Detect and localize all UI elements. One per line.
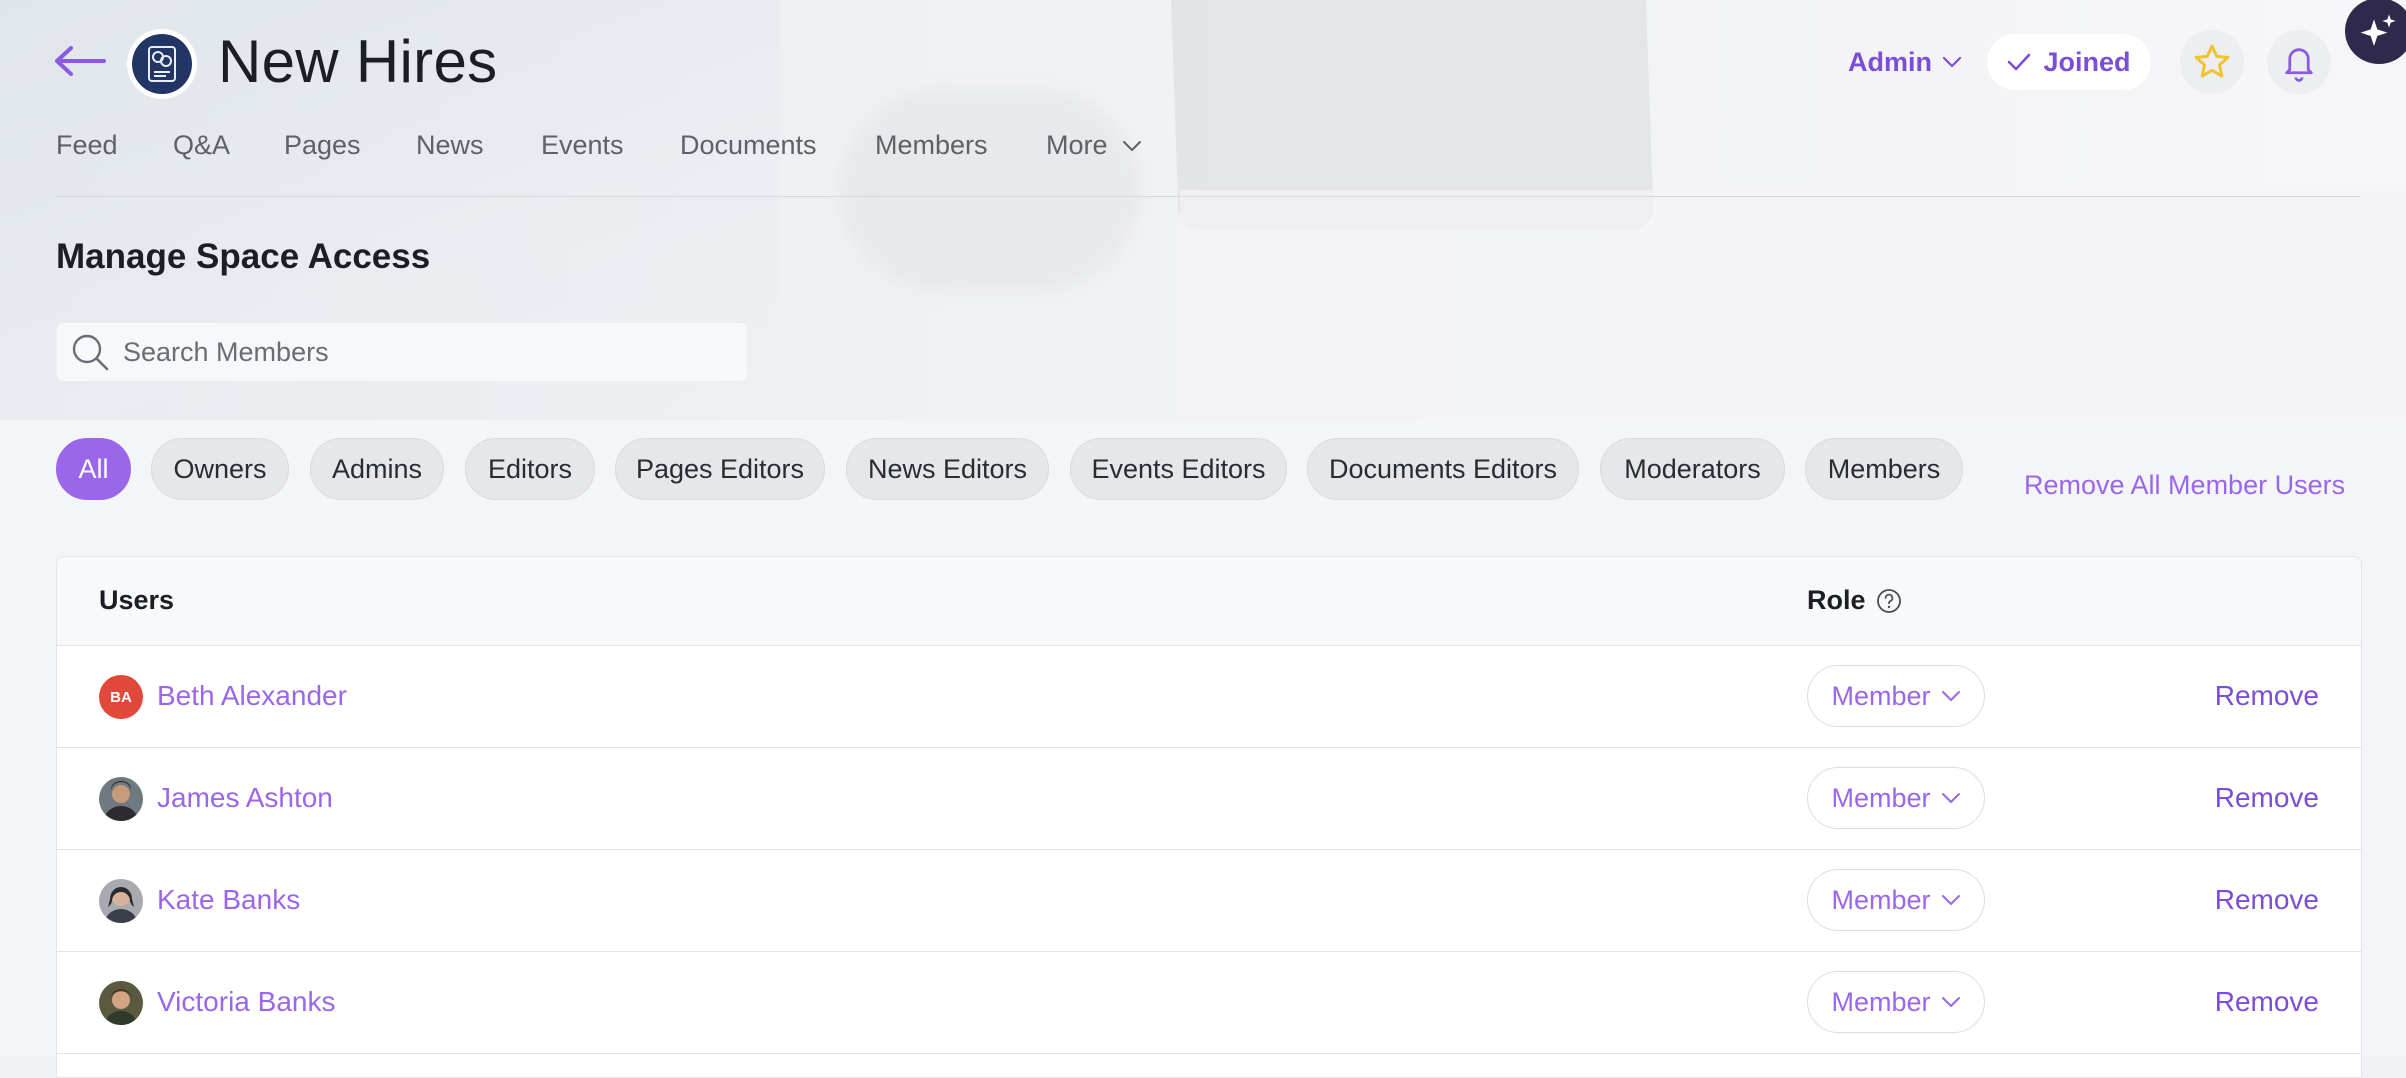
tab-news[interactable]: News (416, 130, 484, 161)
joined-button[interactable]: Joined (1987, 34, 2151, 90)
chevron-down-icon (1122, 140, 1141, 151)
filter-chip-events-editors[interactable]: Events Editors (1070, 438, 1287, 500)
table-row: BA Beth Alexander Member Remove (57, 646, 2361, 748)
admin-label: Admin (1848, 46, 1932, 77)
table-header: Users Role (57, 557, 2361, 646)
remove-user-button[interactable]: Remove (2215, 986, 2319, 1018)
space-logo-icon (148, 46, 176, 82)
role-dropdown[interactable]: Member (1807, 869, 1985, 931)
chevron-down-icon (1941, 997, 1960, 1007)
back-button[interactable] (54, 38, 108, 84)
notifications-button[interactable] (2267, 30, 2331, 94)
tab-feed[interactable]: Feed (56, 130, 118, 161)
remove-all-member-users-button[interactable]: Remove All Member Users (2024, 470, 2345, 501)
filter-chip-pages-editors[interactable]: Pages Editors (615, 438, 825, 500)
filter-chip-all[interactable]: All (56, 438, 131, 500)
space-title: New Hires (218, 28, 498, 95)
filter-chip-editors[interactable]: Editors (465, 438, 595, 500)
table-row: Victoria Banks Member Remove (57, 952, 2361, 1054)
page-title: Manage Space Access (56, 237, 431, 276)
column-header-role-label: Role (1807, 585, 1866, 615)
column-header-role: Role (1807, 585, 1902, 616)
tab-documents[interactable]: Documents (680, 130, 817, 161)
tab-qa[interactable]: Q&A (173, 130, 230, 161)
check-icon (2008, 53, 2031, 71)
search-members-field[interactable] (56, 322, 748, 382)
role-dropdown[interactable]: Member (1807, 665, 1985, 727)
filter-chip-news-editors[interactable]: News Editors (846, 438, 1049, 500)
role-label: Member (1831, 884, 1931, 915)
chevron-down-icon (1942, 56, 1962, 68)
sparkle-icon (2360, 14, 2396, 46)
joined-label: Joined (2043, 46, 2131, 77)
role-label: Member (1831, 680, 1931, 711)
remove-user-button[interactable]: Remove (2215, 884, 2319, 916)
tab-members[interactable]: Members (875, 130, 988, 161)
table-row: Kate Banks Member Remove (57, 850, 2361, 952)
filter-chip-documents-editors[interactable]: Documents Editors (1307, 438, 1579, 500)
tabs-divider (56, 196, 2360, 197)
members-table: Users Role BA Beth Alexander Member Remo… (56, 556, 2362, 1078)
role-dropdown[interactable]: Member (1807, 971, 1985, 1033)
search-icon (65, 332, 115, 372)
avatar: BA (99, 675, 143, 719)
filter-chip-members[interactable]: Members (1805, 438, 1963, 500)
user-name-link[interactable]: James Ashton (157, 782, 333, 814)
tab-pages[interactable]: Pages (284, 130, 361, 161)
filter-chip-owners[interactable]: Owners (151, 438, 289, 500)
help-circle-icon[interactable] (1876, 588, 1902, 614)
role-dropdown[interactable]: Member (1807, 767, 1985, 829)
avatar (99, 981, 143, 1025)
avatar (99, 777, 143, 821)
chevron-down-icon (1941, 793, 1960, 803)
filter-chip-admins[interactable]: Admins (310, 438, 444, 500)
back-arrow-icon (55, 46, 106, 76)
ai-assistant-button[interactable] (2345, 0, 2406, 64)
column-header-users: Users (99, 585, 175, 615)
bell-icon (2285, 48, 2313, 82)
search-input[interactable] (121, 335, 725, 369)
chevron-down-icon (1941, 895, 1960, 905)
chevron-down-icon (1941, 691, 1960, 701)
user-name-link[interactable]: Victoria Banks (157, 986, 335, 1018)
tab-events[interactable]: Events (541, 130, 624, 161)
tab-more-label: More (1046, 130, 1108, 160)
user-name-link[interactable]: Beth Alexander (157, 680, 347, 712)
role-label: Member (1831, 986, 1931, 1017)
role-label: Member (1831, 782, 1931, 813)
space-logo (127, 29, 197, 99)
favorite-button[interactable] (2180, 30, 2244, 94)
table-row: James Ashton Member Remove (57, 748, 2361, 850)
remove-user-button[interactable]: Remove (2215, 782, 2319, 814)
admin-dropdown[interactable]: Admin (1848, 42, 1962, 82)
avatar (99, 879, 143, 923)
filter-chip-moderators[interactable]: Moderators (1600, 438, 1785, 500)
remove-user-button[interactable]: Remove (2215, 680, 2319, 712)
star-icon (2194, 44, 2230, 78)
user-name-link[interactable]: Kate Banks (157, 884, 300, 916)
tab-more[interactable]: More (1046, 130, 1142, 161)
